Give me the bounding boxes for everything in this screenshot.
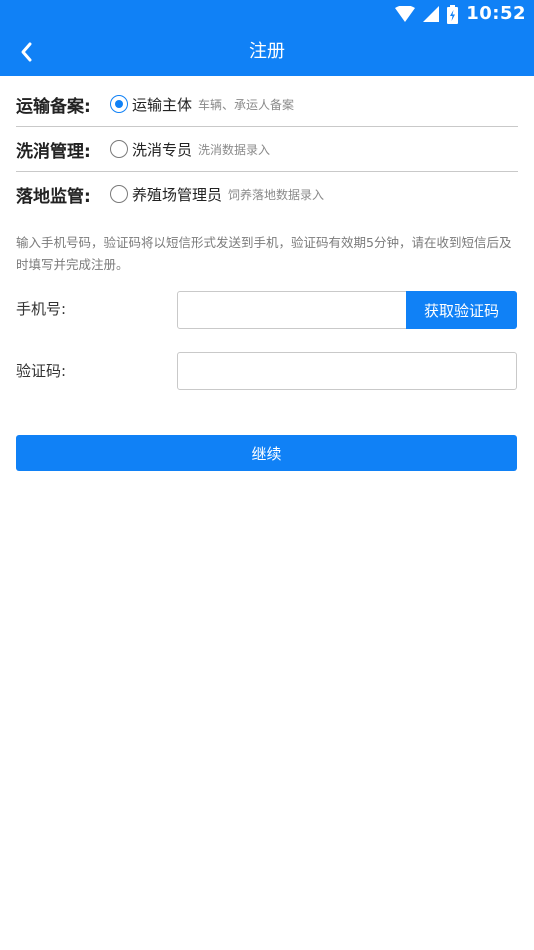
battery-icon [447,4,459,24]
role-label: 洗消管理: [16,141,91,162]
get-code-button[interactable]: 获取验证码 [406,291,517,329]
role-name[interactable]: 运输主体 [132,94,192,115]
phone-input[interactable] [178,292,416,328]
role-label: 运输备案: [16,96,91,117]
status-time: 10:52 [466,3,526,24]
radio-disinfection-specialist[interactable]: 洗消专员 洗消数据录入 [110,139,270,160]
radio-unchecked-icon[interactable] [110,140,128,158]
role-row-farm: 落地监管: 养殖场管理员 饲养落地数据录入 [16,172,518,216]
continue-button[interactable]: 继续 [16,435,517,471]
wifi-icon [395,6,416,22]
radio-unchecked-icon[interactable] [110,185,128,203]
radio-farm-manager[interactable]: 养殖场管理员 饲养落地数据录入 [110,184,324,205]
back-arrow-icon [21,42,32,62]
cell-signal-icon [423,6,440,22]
register-screen: 10:52 注册 运输备案: 运输主体 车辆、承运人备案 洗消管理: 洗消专员 [0,0,534,950]
role-desc: 车辆、承运人备案 [198,97,295,112]
phone-label: 手机号: [16,300,67,318]
role-list: 运输备案: 运输主体 车辆、承运人备案 洗消管理: 洗消专员 洗消数据录入 落地… [16,82,518,216]
role-row-disinfection: 洗消管理: 洗消专员 洗消数据录入 [16,127,518,172]
role-label: 落地监管: [16,186,91,207]
radio-checked-icon[interactable] [110,95,128,113]
status-bar: 10:52 [0,0,534,28]
role-row-transport: 运输备案: 运输主体 车辆、承运人备案 [16,82,518,127]
radio-transport-subject[interactable]: 运输主体 车辆、承运人备案 [110,94,294,115]
role-name[interactable]: 洗消专员 [132,139,192,160]
phone-input-box[interactable] [177,291,417,329]
role-desc: 饲养落地数据录入 [228,187,325,202]
status-icons: 10:52 [395,3,526,25]
page-title: 注册 [249,41,285,62]
code-label: 验证码: [16,362,67,380]
back-button[interactable] [8,34,44,70]
app-bar: 注册 [0,28,534,76]
instruction-text: 输入手机号码，验证码将以短信形式发送到手机，验证码有效期5分钟，请在收到短信后及… [16,235,512,272]
role-name[interactable]: 养殖场管理员 [132,184,222,205]
role-desc: 洗消数据录入 [198,142,271,157]
code-input-box[interactable] [177,352,517,390]
code-input[interactable] [178,353,516,389]
